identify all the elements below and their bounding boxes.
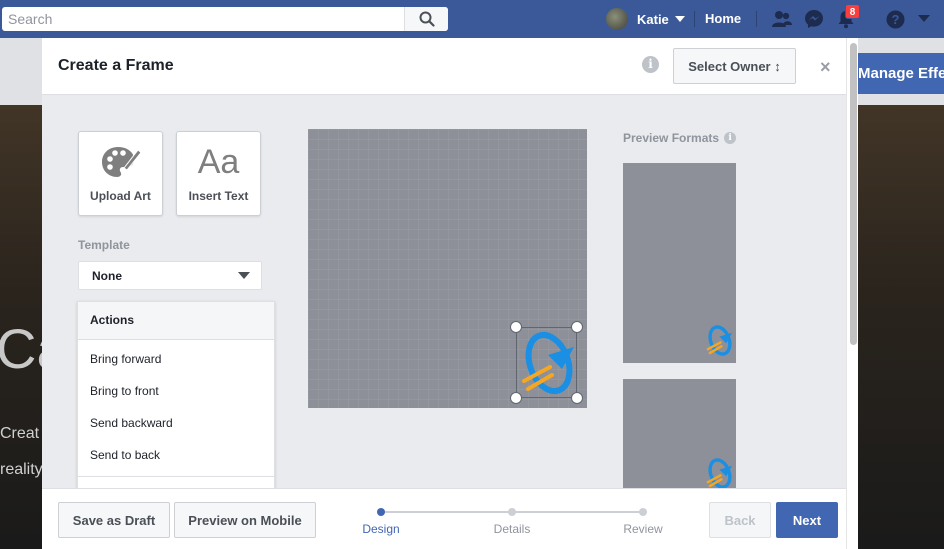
- upload-art-label: Upload Art: [90, 189, 151, 203]
- next-button[interactable]: Next: [776, 502, 838, 538]
- resize-handle-bottom-left[interactable]: [510, 392, 522, 404]
- upload-art-button[interactable]: Upload Art: [78, 131, 163, 216]
- account-menu-button[interactable]: [913, 8, 935, 30]
- step-design[interactable]: Design: [341, 522, 421, 536]
- back-button[interactable]: Back: [709, 502, 771, 538]
- search-input[interactable]: [2, 7, 406, 31]
- step-dot-details: [508, 508, 516, 516]
- step-review[interactable]: Review: [603, 522, 683, 536]
- resize-handle-top-left[interactable]: [510, 321, 522, 333]
- nav-divider: [756, 11, 757, 27]
- nav-divider: [694, 11, 695, 27]
- actions-header: Actions: [78, 302, 274, 340]
- palette-icon: [101, 147, 142, 177]
- background-text: reality: [0, 461, 43, 478]
- dialog-footer: Save as Draft Preview on Mobile Design D…: [42, 488, 846, 549]
- help-button[interactable]: ?: [884, 8, 906, 30]
- search-button[interactable]: [404, 7, 448, 31]
- dialog-header: Create a Frame i Select Owner ↕ ×: [42, 38, 858, 95]
- dialog-title: Create a Frame: [58, 57, 174, 74]
- template-selected-value: None: [92, 269, 122, 283]
- step-dot-review: [639, 508, 647, 516]
- top-navigation-bar: Katie Home 8 ?: [0, 0, 944, 38]
- action-bring-to-front[interactable]: Bring to front: [90, 384, 159, 398]
- avatar: [606, 8, 628, 30]
- dialog-scrollbar[interactable]: [846, 38, 858, 549]
- resize-handle-bottom-right[interactable]: [571, 392, 583, 404]
- profile-name: Katie: [637, 11, 669, 27]
- close-icon[interactable]: ×: [820, 57, 831, 77]
- messenger-icon: [805, 10, 823, 28]
- search-box: [2, 7, 448, 31]
- home-link[interactable]: Home: [705, 11, 741, 26]
- manage-effects-button[interactable]: Manage Effe: [846, 53, 944, 94]
- preview-formats-text: Preview Formats: [623, 131, 720, 145]
- scrollbar-thumb[interactable]: [850, 43, 857, 345]
- template-label: Template: [78, 238, 130, 252]
- frame-canvas[interactable]: [308, 129, 587, 408]
- step-details[interactable]: Details: [472, 522, 552, 536]
- action-bring-forward[interactable]: Bring forward: [90, 352, 161, 366]
- select-owner-button[interactable]: Select Owner ↕: [673, 48, 796, 84]
- preview-square: [623, 379, 736, 499]
- account-menu-icon: [918, 15, 930, 22]
- chevron-down-icon: [238, 272, 250, 279]
- frame-art-logo-icon: [706, 325, 733, 356]
- save-as-draft-button[interactable]: Save as Draft: [58, 502, 170, 538]
- frame-art-logo-icon: [706, 458, 733, 489]
- help-icon: ?: [886, 10, 904, 28]
- divider: [78, 476, 274, 477]
- resize-handle-top-right[interactable]: [571, 321, 583, 333]
- insert-text-button[interactable]: Aa Insert Text: [176, 131, 261, 216]
- info-icon[interactable]: i: [642, 56, 659, 73]
- action-send-to-back[interactable]: Send to back: [90, 448, 160, 462]
- preview-on-mobile-button[interactable]: Preview on Mobile: [174, 502, 316, 538]
- selection-box[interactable]: [516, 327, 577, 398]
- svg-text:?: ?: [891, 12, 899, 27]
- preview-portrait: [623, 163, 736, 363]
- text-icon: Aa: [197, 142, 240, 181]
- step-dot-design: [377, 508, 385, 516]
- preview-formats-label: Preview Formats i: [623, 131, 737, 145]
- friend-requests-button[interactable]: [771, 8, 793, 30]
- notification-badge: 8: [845, 4, 860, 19]
- info-icon[interactable]: i: [724, 132, 737, 144]
- chevron-down-icon: [674, 16, 685, 22]
- friend-requests-icon: [772, 11, 792, 27]
- action-send-backward[interactable]: Send backward: [90, 416, 173, 430]
- template-select[interactable]: None: [78, 261, 262, 290]
- background-text: Creat: [0, 425, 40, 442]
- search-icon: [419, 11, 435, 27]
- profile-link[interactable]: Katie: [606, 7, 685, 31]
- create-frame-dialog: Create a Frame i Select Owner ↕ × Upload…: [42, 38, 858, 549]
- insert-text-label: Insert Text: [188, 189, 249, 203]
- messenger-button[interactable]: [803, 8, 825, 30]
